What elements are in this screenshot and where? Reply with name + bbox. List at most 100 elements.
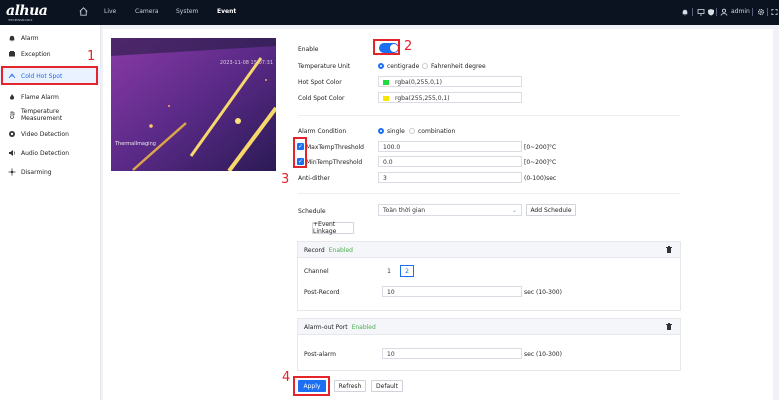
nav-camera[interactable]: Camera: [135, 8, 159, 15]
sidebar-item-exception[interactable]: Exception: [0, 46, 101, 62]
hot-spot-color-label: Hot Spot Color: [298, 79, 342, 86]
nav-event[interactable]: Event: [217, 8, 236, 15]
sidebar-item-label: Exception: [21, 50, 51, 58]
monitor-icon[interactable]: [697, 8, 705, 16]
post-record-unit: sec (10-300): [524, 289, 562, 296]
anti-dither-input[interactable]: 3: [378, 172, 522, 183]
sidebar-item-label: Cold Hot Spot: [21, 72, 63, 80]
hot-spot-swatch[interactable]: [383, 80, 389, 85]
apply-button[interactable]: Apply: [298, 380, 326, 392]
annotation-number: 2: [404, 39, 413, 54]
annotation-number: 1: [87, 49, 96, 64]
sidebar-item-label: Disarming: [21, 168, 52, 176]
sidebar-item-label: Alarm: [21, 34, 39, 42]
min-temp-label: MinTempThreshold: [306, 159, 363, 166]
record-title: Record: [304, 247, 325, 254]
post-record-label: Post-Record: [304, 289, 340, 296]
alarm-out-panel-header: Alarm-out Port Enabled: [298, 319, 680, 335]
nav-system[interactable]: System: [176, 8, 198, 15]
single-radio[interactable]: [378, 128, 384, 134]
channel-1[interactable]: 1: [383, 265, 395, 277]
cold-spot-color-input[interactable]: rgba(255,255,0,1): [378, 92, 522, 103]
annotation-number: 4: [282, 370, 291, 385]
fullscreen-icon[interactable]: [771, 8, 778, 16]
fahrenheit-option[interactable]: Fahrenheit degree: [431, 63, 486, 70]
max-temp-input[interactable]: 100.0: [378, 141, 522, 152]
home-icon[interactable]: [78, 6, 89, 17]
record-panel: Record Enabled: [297, 241, 681, 311]
disarming-icon: [8, 168, 16, 176]
username[interactable]: admin: [731, 8, 750, 15]
alarm-out-status: Enabled: [351, 324, 376, 331]
divider: [298, 193, 680, 194]
video-detection-icon: [9, 131, 15, 137]
centigrade-option[interactable]: centigrade: [387, 63, 419, 70]
alarm-condition-label: Alarm Condition: [298, 128, 347, 135]
sidebar-item-cold-hot-spot[interactable]: Cold Hot Spot: [0, 68, 101, 84]
event-linkage-button[interactable]: +Event Linkage: [312, 221, 354, 235]
record-panel-header: Record Enabled: [298, 242, 680, 258]
annotation-number: 3: [281, 172, 290, 187]
record-status: Enabled: [328, 247, 353, 254]
channel-label: Channel: [304, 268, 329, 275]
sidebar-item-flame-alarm[interactable]: Flame Alarm: [0, 89, 101, 105]
divider: [298, 115, 680, 116]
cold-spot-color-label: Cold Spot Color: [298, 95, 345, 102]
separator: [752, 8, 753, 16]
sidebar-item-label: Temperature Measurement: [21, 108, 63, 122]
sidebar-item-audio-detection[interactable]: Audio Detection: [0, 145, 101, 161]
sidebar-item-video-detection[interactable]: Video Detection: [0, 126, 101, 142]
hot-spot-color-input[interactable]: rgba(0,255,0,1): [378, 76, 522, 87]
sidebar-item-label: Flame Alarm: [21, 93, 59, 101]
combination-option[interactable]: combination: [418, 128, 455, 135]
gear-icon[interactable]: [757, 8, 765, 16]
separator: [767, 8, 768, 16]
trash-icon[interactable]: [666, 323, 672, 330]
hot-spot-icon: [8, 73, 16, 79]
anti-dither-range: (0-100)sec: [524, 175, 557, 182]
post-alarm-input[interactable]: 10: [382, 348, 522, 359]
min-temp-input[interactable]: 0.0: [378, 156, 522, 167]
user-icon: [720, 8, 728, 16]
fahrenheit-radio[interactable]: [422, 63, 428, 69]
cold-spot-swatch[interactable]: [383, 96, 389, 101]
thermal-image: [111, 38, 276, 171]
add-schedule-button[interactable]: Add Schedule: [526, 204, 576, 216]
max-temp-checkbox[interactable]: ✓: [297, 143, 304, 150]
enable-label: Enable: [298, 46, 319, 53]
sidebar-item-disarming[interactable]: Disarming: [0, 164, 101, 180]
alarm-out-title: Alarm-out Port: [304, 324, 348, 331]
anti-dither-label: Anti-dither: [298, 175, 330, 182]
nav-live[interactable]: Live: [104, 8, 116, 15]
alarm-out-panel: Alarm-out Port Enabled: [297, 318, 681, 371]
trash-icon[interactable]: [666, 246, 672, 253]
alarm-bell-icon: [9, 35, 15, 42]
post-record-input[interactable]: 10: [382, 286, 522, 297]
toggle-knob: [390, 44, 398, 52]
sidebar-item-alarm[interactable]: Alarm: [0, 30, 101, 46]
audio-icon: [9, 150, 16, 156]
sidebar: Alarm Exception Cold Hot Spot Flame Alar…: [0, 25, 101, 400]
channel-2[interactable]: 2: [400, 265, 414, 277]
sidebar-item-temperature-measurement[interactable]: Temperature Measurement: [0, 107, 101, 123]
centigrade-radio[interactable]: [378, 63, 384, 69]
temperature-unit-label: Temperature Unit: [298, 63, 351, 70]
logo: alhua TECHNOLOGY: [6, 3, 48, 22]
enable-toggle[interactable]: [379, 43, 399, 53]
separator: [716, 8, 717, 16]
post-alarm-label: Post-alarm: [304, 351, 336, 358]
alarm-bell-icon[interactable]: [681, 8, 689, 16]
sidebar-item-label: Video Detection: [21, 130, 69, 138]
max-temp-range: [0~200]°C: [524, 144, 557, 151]
top-bar: alhua TECHNOLOGY Live Camera System Event…: [0, 0, 779, 25]
min-temp-checkbox[interactable]: ✓: [297, 158, 304, 165]
video-preview[interactable]: 2023-11-08 15:07:31 ThermalImaging: [111, 38, 276, 171]
combination-radio[interactable]: [409, 128, 415, 134]
schedule-select[interactable]: Toàn thời gian ⌄: [378, 204, 522, 216]
schedule-label: Schedule: [298, 208, 326, 215]
default-button[interactable]: Default: [371, 380, 403, 392]
post-alarm-unit: sec (10-300): [524, 351, 562, 358]
single-option[interactable]: single: [387, 128, 405, 135]
refresh-button[interactable]: Refresh: [334, 380, 366, 392]
shield-icon[interactable]: [707, 8, 715, 16]
